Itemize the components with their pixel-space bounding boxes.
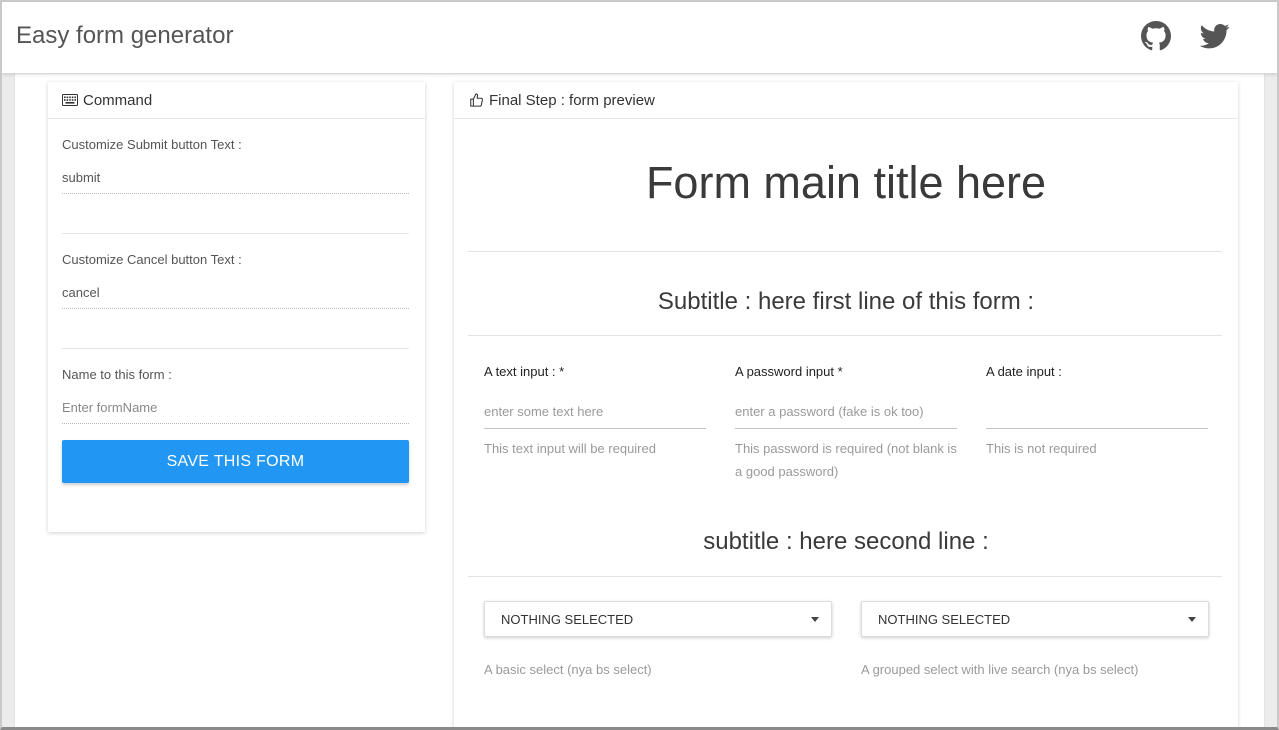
submit-text-input[interactable] [62,162,409,194]
basic-select-value: NOTHING SELECTED [501,611,634,627]
form-subtitle-1: Subtitle : here first line of this form … [657,288,1035,315]
app-window: Easy form generator Command Customize Su… [0,0,1279,730]
divider [62,309,409,349]
brand-title[interactable]: Easy form generator [16,22,233,50]
date-input-help: This is not required [986,441,1097,456]
submit-text-label: Customize Submit button Text : [62,137,242,152]
form-subtitle-2: subtitle : here second line : [703,528,989,555]
twitter-icon[interactable] [1199,20,1231,52]
password-input-label: A password input * [735,364,843,379]
basic-select[interactable]: NOTHING SELECTED [484,601,832,637]
grouped-select-help: A grouped select with live search (nya b… [861,662,1139,677]
command-panel-header: Command [48,82,425,119]
text-input[interactable] [484,395,706,429]
command-panel-title: Command [83,91,153,109]
divider [468,251,1222,252]
cancel-text-input[interactable] [62,277,409,309]
preview-panel-header: Final Step : form preview [454,82,1238,119]
text-input-label: A text input : * [484,364,565,379]
divider [62,194,409,234]
divider [468,335,1222,336]
left-gutter [2,74,14,727]
cancel-text-label: Customize Cancel button Text : [62,252,242,267]
form-name-label: Name to this form : [62,367,172,382]
date-input-label: A date input : [986,364,1062,379]
thumbs-up-icon [468,93,484,107]
grouped-select-value: NOTHING SELECTED [878,611,1011,627]
form-main-title: Form main title here [645,157,1047,208]
form-preview-panel: Final Step : form preview Form main titl… [454,82,1238,727]
save-form-button[interactable]: SAVE THIS FORM [62,440,409,483]
grouped-select[interactable]: NOTHING SELECTED [861,601,1209,637]
github-icon[interactable] [1140,20,1172,52]
divider [468,576,1222,577]
date-input-group: A date input : This is not required [986,364,1208,460]
main-content: Command Customize Submit button Text : C… [14,74,1265,727]
basic-select-help: A basic select (nya bs select) [484,662,652,677]
keyboard-icon [62,93,78,107]
preview-panel-title: Final Step : form preview [489,91,655,109]
top-navbar: Easy form generator [2,2,1277,74]
command-panel-body: Customize Submit button Text : Customize… [48,137,425,483]
caret-down-icon [811,617,819,622]
text-input-group: A text input : * This text input will be… [484,364,706,460]
password-input-group: A password input * This password is requ… [735,364,957,483]
command-panel: Command Customize Submit button Text : C… [48,82,425,532]
password-input-help: This password is required (not blank is … [735,441,957,479]
password-input[interactable] [735,395,957,429]
caret-down-icon [1188,617,1196,622]
right-gutter [1263,74,1277,727]
text-input-help: This text input will be required [484,441,656,456]
date-input[interactable] [986,395,1208,429]
form-name-input[interactable] [62,392,409,424]
